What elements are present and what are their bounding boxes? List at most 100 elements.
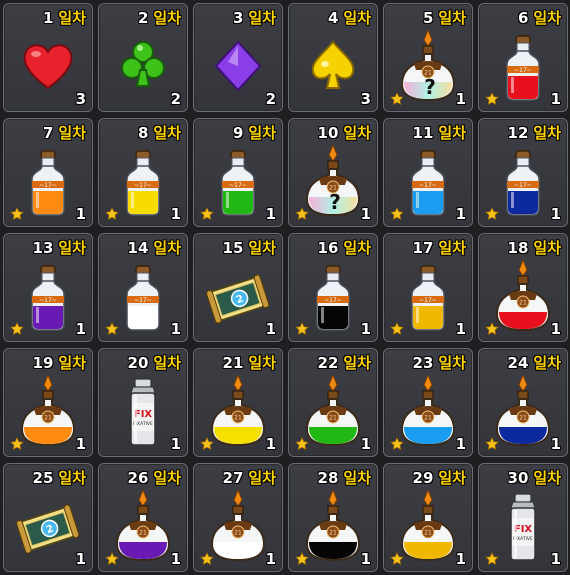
reward-cell-day-7[interactable]: 7 일차 ~17~ 1 (3, 118, 93, 227)
day-number: 3 (232, 9, 244, 27)
item-count: 1 (265, 205, 276, 223)
reward-cell-day-26[interactable]: 26 일차 21 1 (98, 463, 188, 572)
day-number: 8 (137, 124, 149, 142)
day-label: 18 일차 (508, 237, 561, 258)
reward-cell-day-29[interactable]: 29 일차 21 1 (383, 463, 473, 572)
item-count: 1 (170, 205, 181, 223)
reward-cell-day-20[interactable]: 20 일차 FIX FIXATIVE 1 (98, 348, 188, 457)
day-suffix: 일차 (58, 469, 86, 487)
star-icon (390, 436, 404, 450)
day-number: 26 (127, 469, 149, 487)
day-suffix: 일차 (533, 469, 561, 487)
day-label: 19 일차 (33, 352, 86, 373)
reward-cell-day-10[interactable]: 10 일차 21? 1 (288, 118, 378, 227)
reward-cell-day-13[interactable]: 13 일차 ~17~ 1 (3, 233, 93, 342)
day-suffix: 일차 (533, 9, 561, 27)
svg-text:21: 21 (329, 530, 337, 537)
day-suffix: 일차 (533, 124, 561, 142)
item-count: 1 (75, 550, 86, 568)
reward-cell-day-25[interactable]: 25 일차 2 1 (3, 463, 93, 572)
reward-cell-day-15[interactable]: 15 일차 2 1 (193, 233, 283, 342)
day-label: 15 일차 (223, 237, 276, 258)
svg-text:?: ? (329, 190, 341, 214)
reward-cell-day-22[interactable]: 22 일차 21 1 (288, 348, 378, 457)
bottle-icon: ~17~ (301, 260, 365, 332)
svg-text:~17~: ~17~ (134, 297, 152, 304)
item-count: 1 (550, 90, 561, 108)
diamond-icon (206, 30, 270, 102)
day-label: 26 일차 (128, 467, 181, 488)
day-label: 10 일차 (318, 122, 371, 143)
star-icon (390, 206, 404, 220)
reward-cell-day-30[interactable]: 30 일차 FIX FIXATIVE 1 (478, 463, 568, 572)
flask-icon: 21 (206, 488, 270, 562)
item-count: 1 (550, 320, 561, 338)
day-suffix: 일차 (153, 124, 181, 142)
reward-cell-day-9[interactable]: 9 일차 ~17~ 1 (193, 118, 283, 227)
bottle-icon: ~17~ (491, 145, 555, 217)
day-suffix: 일차 (58, 354, 86, 372)
day-label: 4 일차 (328, 7, 371, 28)
bottle-icon: ~17~ (396, 145, 460, 217)
reward-cell-day-1[interactable]: 1 일차 3 (3, 3, 93, 112)
svg-text:~17~: ~17~ (419, 182, 437, 189)
reward-cell-day-18[interactable]: 18 일차 21 1 (478, 233, 568, 342)
flask-icon: 21 (301, 488, 365, 562)
day-number: 6 (517, 9, 529, 27)
spade-icon (301, 30, 365, 102)
item-count: 1 (75, 205, 86, 223)
day-number: 9 (232, 124, 244, 142)
item-count: 1 (360, 550, 371, 568)
day-suffix: 일차 (153, 239, 181, 257)
reward-cell-day-28[interactable]: 28 일차 21 1 (288, 463, 378, 572)
reward-cell-day-5[interactable]: 5 일차 21? 1 (383, 3, 473, 112)
reward-cell-day-17[interactable]: 17 일차 ~17~ 1 (383, 233, 473, 342)
item-count: 1 (455, 205, 466, 223)
reward-cell-day-8[interactable]: 8 일차 ~17~ 1 (98, 118, 188, 227)
day-number: 11 (412, 124, 434, 142)
day-number: 30 (507, 469, 529, 487)
reward-cell-day-6[interactable]: 6 일차 ~17~ 1 (478, 3, 568, 112)
svg-text:21: 21 (234, 415, 242, 422)
day-number: 21 (222, 354, 244, 372)
day-label: 23 일차 (413, 352, 466, 373)
svg-text:21: 21 (139, 530, 147, 537)
reward-cell-day-2[interactable]: 2 일차 2 (98, 3, 188, 112)
day-number: 13 (32, 239, 54, 257)
reward-cell-day-4[interactable]: 4 일차 3 (288, 3, 378, 112)
item-count: 1 (455, 90, 466, 108)
day-number: 24 (507, 354, 529, 372)
day-number: 23 (412, 354, 434, 372)
day-suffix: 일차 (438, 354, 466, 372)
reward-cell-day-3[interactable]: 3 일차 2 (193, 3, 283, 112)
day-label: 7 일차 (43, 122, 86, 143)
reward-cell-day-27[interactable]: 27 일차 21 1 (193, 463, 283, 572)
item-count: 1 (360, 435, 371, 453)
reward-cell-day-16[interactable]: 16 일차 ~17~ 1 (288, 233, 378, 342)
mystery-flask-icon: 21? (396, 28, 460, 102)
club-icon (111, 30, 175, 102)
reward-cell-day-24[interactable]: 24 일차 21 1 (478, 348, 568, 457)
reward-cell-day-23[interactable]: 23 일차 21 1 (383, 348, 473, 457)
day-number: 22 (317, 354, 339, 372)
star-icon (485, 436, 499, 450)
reward-cell-day-12[interactable]: 12 일차 ~17~ 1 (478, 118, 568, 227)
flask-icon: 21 (111, 488, 175, 562)
reward-cell-day-14[interactable]: 14 일차 ~17~ 1 (98, 233, 188, 342)
item-count: 1 (170, 435, 181, 453)
svg-text:21: 21 (424, 530, 432, 537)
star-icon (105, 321, 119, 335)
reward-cell-day-21[interactable]: 21 일차 21 1 (193, 348, 283, 457)
day-label: 21 일차 (223, 352, 276, 373)
item-count: 3 (360, 90, 371, 108)
star-icon (390, 321, 404, 335)
item-count: 1 (455, 320, 466, 338)
svg-text:~17~: ~17~ (419, 297, 437, 304)
star-icon (200, 551, 214, 565)
reward-cell-day-11[interactable]: 11 일차 ~17~ 1 (383, 118, 473, 227)
reward-cell-day-19[interactable]: 19 일차 21 1 (3, 348, 93, 457)
svg-text:21: 21 (234, 530, 242, 537)
star-icon (390, 551, 404, 565)
day-suffix: 일차 (248, 239, 276, 257)
day-label: 14 일차 (128, 237, 181, 258)
